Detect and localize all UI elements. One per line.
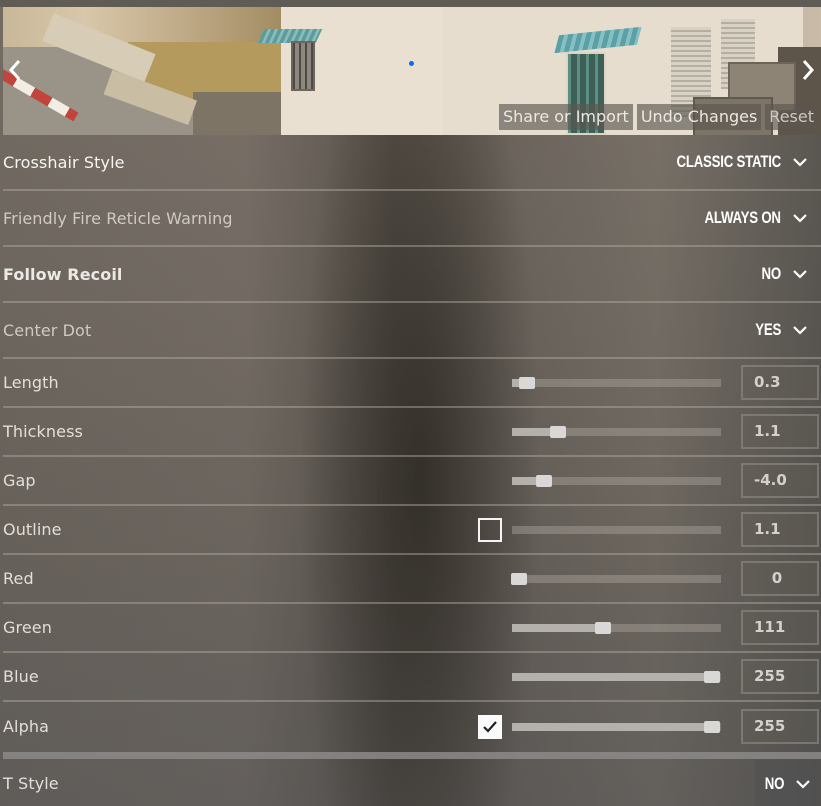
setting-label: Alpha xyxy=(3,717,49,736)
slider-fill xyxy=(512,623,604,632)
blue-value-input[interactable]: 255 xyxy=(741,659,819,694)
setting-label: Gap xyxy=(3,471,36,490)
crosshair-style-dropdown[interactable]: CLASSIC STATIC xyxy=(647,152,807,172)
preview-next-button[interactable] xyxy=(797,55,819,85)
setting-label: Thickness xyxy=(3,422,83,441)
preview-scene-window xyxy=(291,41,315,91)
dropdown-value: ALWAYS ON xyxy=(704,208,781,227)
gap-slider[interactable] xyxy=(512,474,721,487)
slider-fill xyxy=(512,672,713,681)
setting-label: Green xyxy=(3,618,52,637)
follow-recoil-dropdown[interactable]: NO xyxy=(756,264,807,284)
checkmark-icon xyxy=(483,720,497,733)
preview-prev-button[interactable] xyxy=(4,55,26,85)
setting-outline: Outline 1.1 xyxy=(3,506,821,555)
setting-label: Blue xyxy=(3,667,39,686)
setting-red: Red 0 xyxy=(3,555,821,604)
section-divider xyxy=(3,752,821,759)
dropdown-value: NO xyxy=(764,773,784,793)
red-value-input[interactable]: 0 xyxy=(741,561,819,596)
setting-label: Red xyxy=(3,569,34,588)
length-slider[interactable] xyxy=(512,376,721,389)
thickness-slider[interactable] xyxy=(512,425,721,438)
setting-crosshair-style: Crosshair Style CLASSIC STATIC xyxy=(3,135,821,191)
setting-green: Green 111 xyxy=(3,604,821,653)
green-slider[interactable] xyxy=(512,621,721,634)
slider-thumb[interactable] xyxy=(704,720,720,733)
setting-follow-recoil: Follow Recoil NO xyxy=(3,247,821,303)
chevron-right-icon xyxy=(802,60,815,80)
slider-thumb[interactable] xyxy=(536,474,553,487)
slider-thumb[interactable] xyxy=(511,572,527,585)
blue-slider[interactable] xyxy=(512,670,721,683)
share-or-import-button[interactable]: Share or Import xyxy=(499,104,633,130)
setting-friendly-fire-reticle-warning: Friendly Fire Reticle Warning ALWAYS ON xyxy=(3,191,821,247)
undo-changes-button[interactable]: Undo Changes xyxy=(636,104,762,130)
red-slider[interactable] xyxy=(511,572,721,585)
gap-value-input[interactable]: -4.0 xyxy=(741,463,819,498)
friendly-fire-warning-dropdown[interactable]: ALWAYS ON xyxy=(683,208,807,228)
slider-thumb[interactable] xyxy=(594,621,611,634)
chevron-down-icon xyxy=(793,325,807,335)
outline-value-input[interactable]: 1.1 xyxy=(741,512,819,547)
slider-thumb[interactable] xyxy=(549,425,566,438)
crosshair-settings-list: Crosshair Style CLASSIC STATIC Friendly … xyxy=(3,135,821,806)
chevron-down-icon xyxy=(793,157,807,167)
preview-scene-shadow xyxy=(193,92,283,135)
setting-label: T Style xyxy=(3,774,59,793)
setting-label: Follow Recoil xyxy=(3,264,123,284)
setting-t-style: T Style NO xyxy=(3,759,821,806)
thickness-value-input[interactable]: 1.1 xyxy=(741,414,819,449)
crosshair-center-dot xyxy=(409,61,414,66)
setting-label: Length xyxy=(3,373,59,392)
chevron-down-icon xyxy=(793,269,807,279)
outline-slider[interactable] xyxy=(512,525,721,534)
alpha-slider[interactable] xyxy=(512,720,721,733)
t-style-dropdown[interactable]: NO xyxy=(755,759,817,806)
setting-label: Center Dot xyxy=(3,320,92,340)
setting-label: Outline xyxy=(3,520,62,539)
length-value-input[interactable]: 0.3 xyxy=(741,365,819,400)
alpha-value-input[interactable]: 255 xyxy=(741,709,819,744)
center-dot-dropdown[interactable]: YES xyxy=(748,320,807,340)
outline-checkbox[interactable] xyxy=(478,517,502,542)
slider-thumb[interactable] xyxy=(518,376,535,389)
reset-button[interactable]: Reset xyxy=(765,104,818,130)
dropdown-value: NO xyxy=(761,264,782,283)
preview-actions: Share or Import Undo Changes Reset xyxy=(499,104,818,130)
alpha-checkbox[interactable] xyxy=(478,714,502,739)
slider-thumb[interactable] xyxy=(704,670,720,683)
top-bar xyxy=(0,0,821,7)
green-value-input[interactable]: 111 xyxy=(741,610,819,645)
setting-label: Friendly Fire Reticle Warning xyxy=(3,208,233,228)
chevron-left-icon xyxy=(8,60,21,80)
setting-length: Length 0.3 xyxy=(3,359,821,408)
setting-alpha: Alpha 255 xyxy=(3,702,821,751)
chevron-down-icon xyxy=(793,213,807,223)
dropdown-value: CLASSIC STATIC xyxy=(676,152,781,171)
setting-blue: Blue 255 xyxy=(3,653,821,702)
setting-center-dot: Center Dot YES xyxy=(3,303,821,359)
setting-thickness: Thickness 1.1 xyxy=(3,408,821,457)
chevron-down-icon xyxy=(796,779,811,789)
slider-fill xyxy=(512,722,713,731)
setting-gap: Gap -4.0 xyxy=(3,457,821,506)
setting-label: Crosshair Style xyxy=(3,152,125,172)
dropdown-value: YES xyxy=(755,320,781,339)
